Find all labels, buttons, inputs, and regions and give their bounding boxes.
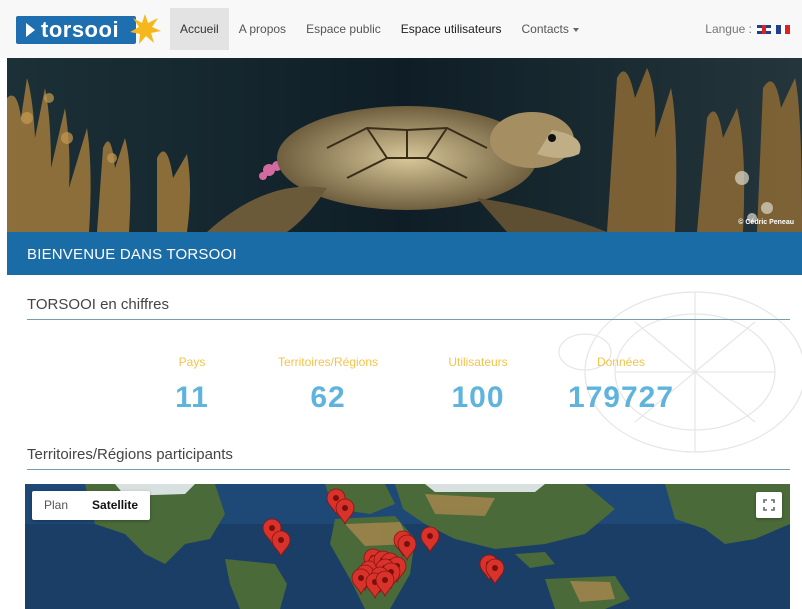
nav-contacts-label: Contacts (521, 22, 569, 36)
fr-flag-icon[interactable] (776, 24, 791, 34)
stat-label: Territoires/Régions (277, 355, 379, 369)
logo-text: torsooi (41, 17, 120, 42)
splash-icon (130, 14, 161, 44)
stat-label: Utilisateurs (448, 355, 508, 369)
language-label: Langue : (705, 22, 752, 36)
map-type-control: Plan Satellite (32, 491, 151, 520)
welcome-title: BIENVENUE DANS TORSOOI (27, 246, 237, 263)
stat-value: 100 (451, 381, 505, 414)
photo-credit: © Cédric Peneau (738, 219, 794, 226)
stat-value: 179727 (567, 381, 675, 414)
turtle-photo (7, 58, 802, 232)
map-marker[interactable] (271, 530, 291, 558)
welcome-banner: BIENVENUE DANS TORSOOI (7, 232, 802, 275)
map-marker[interactable] (420, 526, 440, 554)
nav-accueil[interactable]: Accueil (170, 8, 229, 50)
stat-label: Pays (178, 355, 206, 369)
top-navbar: torsooi Accueil A propos Espace public E… (0, 0, 802, 58)
map-type-satellite-button[interactable]: Satellite (80, 491, 150, 520)
map-section-divider (27, 469, 790, 470)
fullscreen-icon (763, 499, 775, 511)
stats-section-divider (27, 319, 790, 320)
fullscreen-button[interactable] (756, 492, 782, 518)
torsooi-logo[interactable]: torsooi (16, 12, 162, 48)
map-section-title: Territoires/Régions participants (27, 446, 233, 463)
stat-value: 62 (310, 381, 346, 414)
participants-map[interactable]: Plan Satellite (25, 484, 790, 609)
map-type-plan-button[interactable]: Plan (32, 491, 80, 520)
caret-down-icon (572, 27, 579, 32)
stat-donnees: Données 179727 (560, 355, 682, 415)
language-selector: Langue : (705, 22, 791, 36)
nav-espace-public[interactable]: Espace public (296, 8, 391, 50)
nav-contacts[interactable]: Contacts (512, 8, 589, 50)
hero-image: © Cédric Peneau (7, 58, 802, 232)
logo-arrow-icon (26, 23, 35, 37)
stat-territoires: Territoires/Régions 62 (258, 355, 398, 415)
stat-label: Données (596, 355, 646, 369)
uk-flag-icon[interactable] (757, 24, 771, 34)
nav-espace-utilisateurs[interactable]: Espace utilisateurs (391, 8, 512, 50)
main-nav: Accueil A propos Espace public Espace ut… (170, 8, 589, 50)
stats-section-title: TORSOOI en chiffres (27, 296, 169, 313)
stat-pays: Pays 11 (160, 355, 224, 415)
map-marker[interactable] (335, 498, 355, 526)
stat-value: 11 (175, 381, 209, 414)
stat-utilisateurs: Utilisateurs 100 (428, 355, 528, 415)
nav-a-propos[interactable]: A propos (229, 8, 296, 50)
map-marker[interactable] (397, 534, 417, 562)
